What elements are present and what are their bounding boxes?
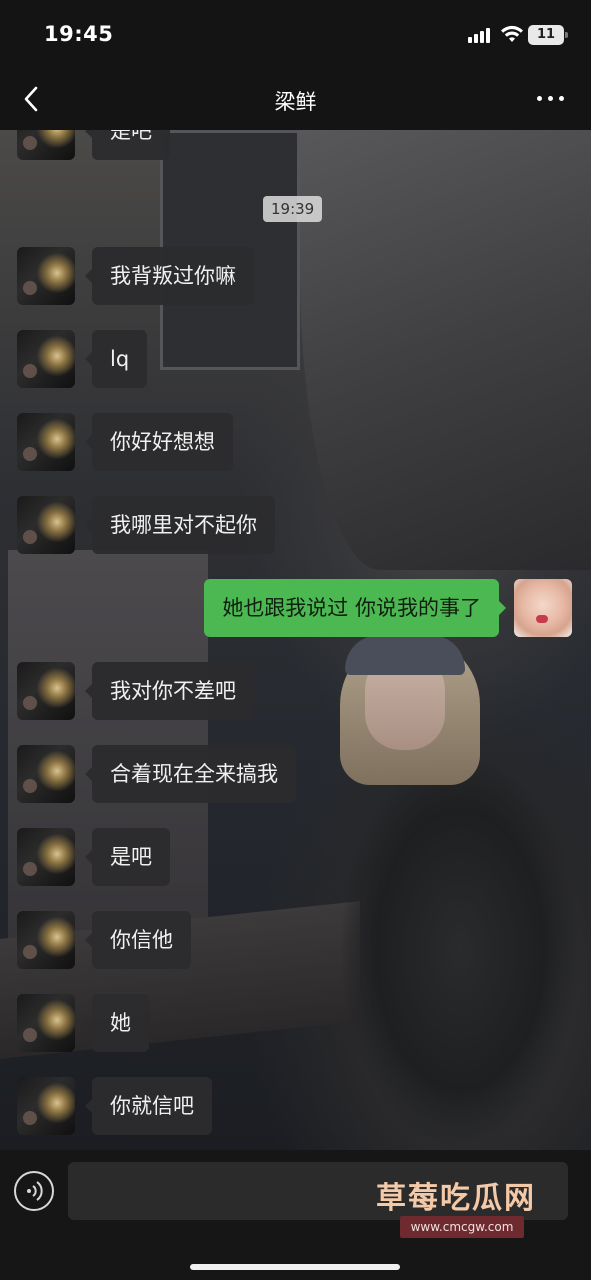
contact-avatar[interactable] xyxy=(17,330,75,388)
contact-avatar[interactable] xyxy=(17,911,75,969)
message-bubble-incoming[interactable]: 我对你不差吧 xyxy=(85,662,254,720)
user-avatar[interactable] xyxy=(514,579,572,637)
contact-avatar[interactable] xyxy=(17,413,75,471)
voice-icon[interactable] xyxy=(14,1171,54,1211)
message-bubble-incoming[interactable]: lq xyxy=(84,330,148,388)
chat-area[interactable]: 19:39 是吧 我背叛过你嘛 lq 你好好想想 我哪里对不起你 她也跟我说过 … xyxy=(0,130,591,1150)
contact-avatar[interactable] xyxy=(17,662,75,720)
signal-icon xyxy=(468,27,494,43)
message-bubble-incoming[interactable]: 我背叛过你嘛 xyxy=(85,247,254,305)
watermark-url: www.cmcgw.com xyxy=(410,1220,514,1234)
contact-avatar[interactable] xyxy=(17,1077,75,1135)
message-bubble-incoming[interactable]: 是吧 xyxy=(85,130,170,160)
message-bubble-incoming[interactable]: 你信他 xyxy=(85,911,191,969)
input-bar: 草莓吃瓜网 www.cmcgw.com xyxy=(0,1150,591,1280)
contact-avatar[interactable] xyxy=(17,130,75,160)
status-bar: 19:45 11 xyxy=(0,0,591,70)
contact-avatar[interactable] xyxy=(17,828,75,886)
more-dots-icon[interactable] xyxy=(537,96,565,104)
message-bubble-incoming[interactable]: 是吧 xyxy=(85,828,170,886)
chat-title: 梁鲜 xyxy=(274,90,317,114)
message-bubble-incoming[interactable]: 我哪里对不起你 xyxy=(85,496,275,554)
contact-avatar[interactable] xyxy=(17,247,75,305)
contact-avatar[interactable] xyxy=(17,994,75,1052)
message-bubble-outgoing[interactable]: 她也跟我说过 你说我的事了 xyxy=(204,579,506,637)
home-indicator[interactable] xyxy=(190,1264,400,1270)
status-time: 19:45 xyxy=(44,22,114,46)
nav-bar: 梁鲜 xyxy=(0,70,591,130)
message-bubble-incoming[interactable]: 你就信吧 xyxy=(85,1077,212,1135)
wifi-icon xyxy=(501,25,523,42)
message-timestamp: 19:39 xyxy=(263,196,323,222)
message-bubble-incoming[interactable]: 合着现在全来搞我 xyxy=(85,745,296,803)
voice-waves-icon xyxy=(27,1181,43,1201)
contact-avatar[interactable] xyxy=(17,745,75,803)
contact-avatar[interactable] xyxy=(17,496,75,554)
battery-icon: 11 xyxy=(528,25,568,45)
message-bubble-incoming[interactable]: 你好好想想 xyxy=(85,413,233,471)
watermark-title: 草莓吃瓜网 xyxy=(376,1181,536,1216)
message-bubble-incoming[interactable]: 她 xyxy=(85,994,149,1052)
